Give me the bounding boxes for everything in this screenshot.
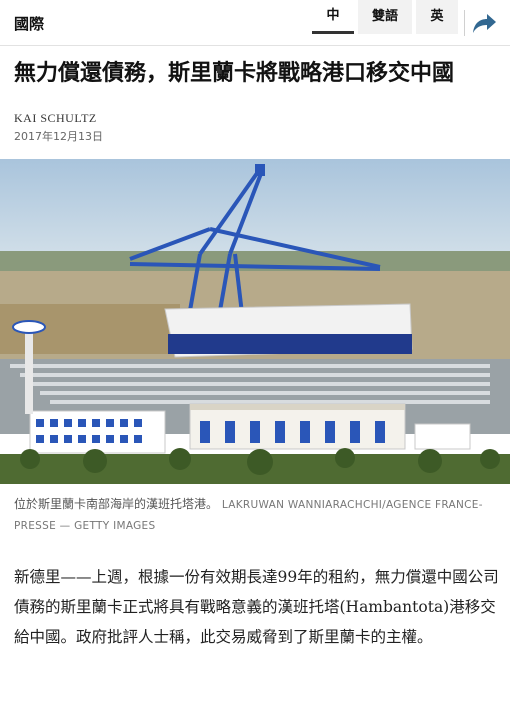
share-arrow-icon [473,14,496,33]
top-navigation-bar: 國際 中 雙語 英 [0,0,510,46]
article-lead-paragraph: 新德里——上週，根據一份有效期長達99年的租約，無力償還中國公司債務的斯里蘭卡正… [14,568,499,646]
nav-divider [464,10,465,36]
section-label[interactable]: 國際 [14,13,44,34]
article-photo [0,159,510,484]
language-chinese-button[interactable]: 中 [312,0,354,34]
language-dual-button[interactable]: 雙語 [358,0,412,34]
photo-caption-text: 位於斯里蘭卡南部海岸的漢班托塔港。 [14,497,219,511]
photo-caption: 位於斯里蘭卡南部海岸的漢班托塔港。 LAKRUWAN WANNIARACHCHI… [14,494,500,536]
article-byline[interactable]: KAI SCHULTZ [14,111,97,126]
article-date: 2017年12月13日 [14,130,103,143]
language-english-button[interactable]: 英 [416,0,458,34]
share-button[interactable] [470,10,498,36]
article-headline: 無力償還債務，斯里蘭卡將戰略港口移交中國 [14,61,455,86]
port-photo-illustration [0,159,510,484]
